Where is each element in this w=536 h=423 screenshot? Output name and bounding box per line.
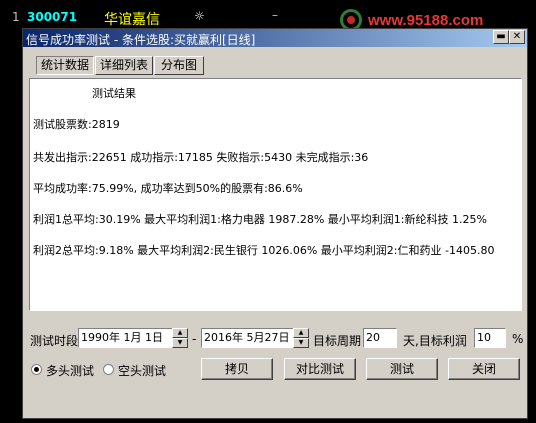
quote-dash: – — [272, 8, 278, 22]
watermark-text: www.95188.com — [368, 12, 484, 29]
percent-label: % — [512, 332, 524, 346]
stock-code[interactable]: 300071 — [27, 10, 77, 24]
short-test-label[interactable]: 空头测试 — [118, 362, 166, 379]
tab-statistics[interactable]: 统计数据 — [36, 56, 94, 75]
result-line-stock-count: 测试股票数:2819 — [33, 118, 120, 131]
target-period-label: 目标周期 — [313, 334, 362, 348]
signal-success-rate-dialog: 信号成功率测试 - 条件选股:买就赢利[日线] ▬ ✕ 统计数据 详细列表 分布… — [22, 28, 528, 419]
end-date-input[interactable]: 2016年 5月27日 — [201, 328, 294, 348]
minimize-button[interactable]: ▬ — [493, 30, 509, 44]
dialog-titlebar[interactable]: 信号成功率测试 - 条件选股:买就赢利[日线] ▬ ✕ — [23, 29, 527, 47]
test-button[interactable]: 测试 — [366, 358, 438, 380]
test-period-label: 测试时段 — [30, 334, 79, 348]
results-panel: 测试结果 测试股票数:2819 共发出指示:22651 成功指示:17185 失… — [29, 78, 522, 311]
start-date-spinner[interactable]: ▲ ▼ — [172, 328, 188, 348]
close-icon[interactable]: ✕ — [509, 30, 525, 44]
star-icon: ☼ — [194, 9, 205, 23]
target-period-input[interactable]: 20 — [363, 328, 397, 348]
tab-distribution-chart[interactable]: 分布图 — [154, 56, 204, 75]
result-line-profit1: 利润1总平均:30.19% 最大平均利润1:格力电器 1987.28% 最小平均… — [33, 213, 487, 226]
long-test-label[interactable]: 多头测试 — [46, 362, 94, 379]
date-separator: - — [192, 332, 197, 346]
target-profit-label: 天,目标利润 — [403, 334, 467, 348]
result-line-success-rate: 平均成功率:75.99%, 成功率达到50%的股票有:86.6% — [33, 182, 303, 195]
start-date-down-icon[interactable]: ▼ — [172, 338, 188, 348]
row-index: 1 — [12, 10, 20, 24]
result-line-profit2: 利润2总平均:9.18% 最大平均利润2:民生银行 1026.06% 最小平均利… — [33, 244, 495, 257]
result-line-signal-counts: 共发出指示:22651 成功指示:17185 失败指示:5430 未完成指示:3… — [33, 151, 369, 164]
end-date-up-icon[interactable]: ▲ — [293, 328, 309, 338]
dialog-title: 信号成功率测试 - 条件选股:买就赢利[日线] — [26, 33, 256, 47]
short-test-radio[interactable] — [103, 364, 114, 375]
compare-test-button[interactable]: 对比测试 — [284, 358, 356, 380]
long-test-radio[interactable] — [31, 364, 42, 375]
start-date-up-icon[interactable]: ▲ — [172, 328, 188, 338]
stock-name[interactable]: 华谊嘉信 — [104, 9, 160, 29]
results-heading: 测试结果 — [92, 87, 136, 100]
tab-detail-list[interactable]: 详细列表 — [95, 56, 153, 75]
start-date-input[interactable]: 1990年 1月 1日 — [78, 328, 173, 348]
copy-button[interactable]: 拷贝 — [201, 358, 273, 380]
end-date-down-icon[interactable]: ▼ — [293, 338, 309, 348]
close-button[interactable]: 关闭 — [448, 358, 520, 380]
end-date-spinner[interactable]: ▲ ▼ — [293, 328, 309, 348]
target-profit-input[interactable]: 10 — [474, 328, 506, 348]
